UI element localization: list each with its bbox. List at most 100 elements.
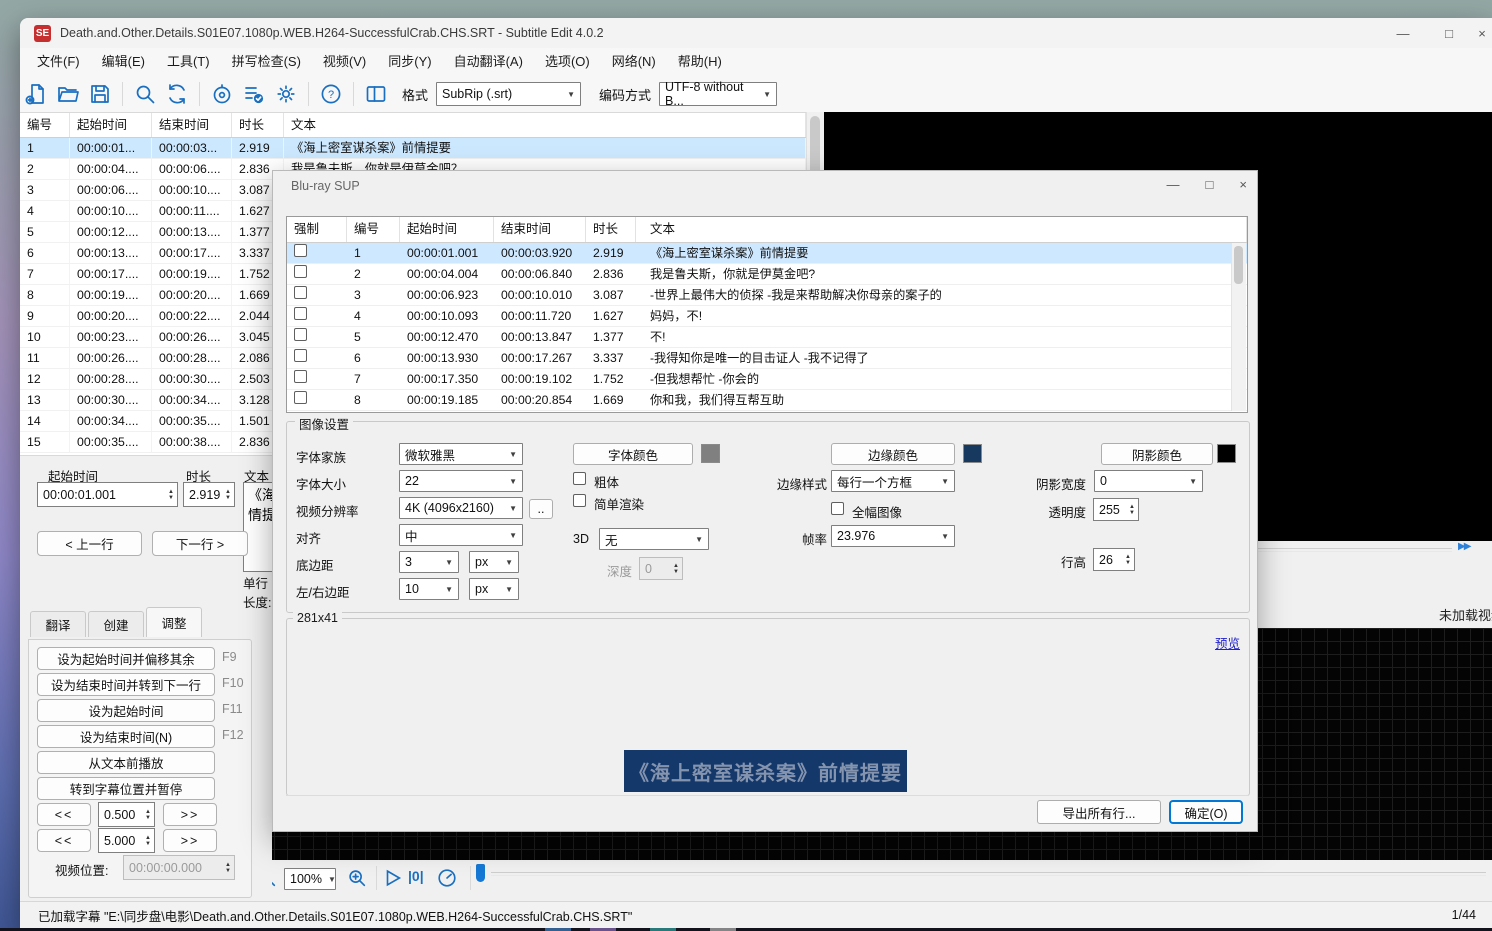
column-header-number[interactable]: 编号	[347, 217, 400, 242]
export-table-row[interactable]: 3 00:00:06.923 00:00:10.010 3.087 -世界上最伟…	[287, 285, 1247, 306]
column-header-text[interactable]: 文本	[284, 113, 806, 137]
spinner-arrows-icon[interactable]: ▲▼	[222, 489, 234, 501]
forced-checkbox[interactable]	[294, 286, 307, 299]
maximize-button[interactable]: □	[1426, 18, 1472, 48]
export-table-row[interactable]: 1 00:00:01.001 00:00:03.920 2.919 《海上密室谋…	[287, 243, 1247, 264]
waveform-position-thumb[interactable]	[476, 864, 485, 882]
play-from-zero-icon[interactable]: |0|	[408, 868, 424, 884]
spell-check-icon[interactable]	[239, 80, 269, 108]
seek-back-small-button[interactable]: <<	[37, 803, 91, 826]
seek-forward-large-button[interactable]: >>	[163, 829, 217, 852]
menu-item[interactable]: 拼写检查(S)	[221, 48, 312, 76]
bottom-margin-select[interactable]: 3▼	[399, 551, 459, 573]
font-size-select[interactable]: 22▼	[399, 470, 523, 492]
spinner-arrows-icon[interactable]: ▲▼	[165, 489, 177, 501]
adjust-action-button[interactable]: 设为起始时间并偏移其余	[37, 647, 215, 670]
export-table-row[interactable]: 4 00:00:10.093 00:00:11.720 1.627 妈妈，不!	[287, 306, 1247, 327]
playback-speed-icon[interactable]	[436, 867, 458, 894]
export-table-row[interactable]: 2 00:00:04.004 00:00:06.840 2.836 我是鲁夫斯，…	[287, 264, 1247, 285]
mode-tab[interactable]: 翻译	[30, 611, 86, 637]
menu-item[interactable]: 视频(V)	[312, 48, 377, 76]
column-header-forced[interactable]: 强制	[287, 217, 347, 242]
replace-icon[interactable]	[162, 80, 192, 108]
alignment-select[interactable]: 中▼	[399, 524, 523, 546]
seek-large-step-input[interactable]: 5.000▲▼	[98, 828, 155, 853]
bold-checkbox[interactable]	[573, 472, 586, 485]
mode-tab[interactable]: 创建	[88, 611, 144, 637]
column-header-start[interactable]: 起始时间	[70, 113, 152, 137]
side-margin-unit-select[interactable]: px▼	[469, 578, 519, 600]
forced-checkbox[interactable]	[294, 349, 307, 362]
export-table-row[interactable]: 9 00:00:20.937 00:00:22.981 2.044 你向维克特薇…	[287, 411, 1247, 413]
seek-forward-small-button[interactable]: >>	[163, 803, 217, 826]
line-height-input[interactable]: 26▲▼	[1093, 548, 1135, 571]
resolution-select[interactable]: 4K (4096x2160)▼	[399, 497, 523, 519]
side-margin-select[interactable]: 10▼	[399, 578, 459, 600]
format-select[interactable]: SubRip (.srt)▼	[436, 82, 581, 106]
export-all-button[interactable]: 导出所有行...	[1037, 800, 1161, 824]
fast-forward-icon[interactable]: ▶▶	[1458, 541, 1469, 552]
adjust-action-button[interactable]: 设为起始时间	[37, 699, 215, 722]
framerate-select[interactable]: 23.976▼	[831, 525, 955, 547]
zoom-in-icon[interactable]	[346, 867, 368, 894]
forced-checkbox[interactable]	[294, 391, 307, 404]
start-time-input[interactable]: 00:00:01.001▲▼	[37, 482, 178, 507]
encoding-select[interactable]: UTF-8 without B...▼	[659, 82, 777, 106]
table-scrollbar[interactable]	[1231, 243, 1246, 411]
previous-line-button[interactable]: < 上一行	[37, 531, 142, 556]
adjust-action-button[interactable]: 从文本前播放	[37, 751, 215, 774]
menu-item[interactable]: 工具(T)	[156, 48, 221, 76]
new-file-icon[interactable]	[21, 80, 51, 108]
shadow-color-button[interactable]: 阴影颜色	[1101, 443, 1213, 465]
column-header-duration[interactable]: 时长	[232, 113, 284, 137]
menu-item[interactable]: 网络(N)	[601, 48, 667, 76]
edge-color-swatch[interactable]	[963, 444, 982, 463]
minimize-button[interactable]: —	[1380, 18, 1426, 48]
export-table-row[interactable]: 8 00:00:19.185 00:00:20.854 1.669 你和我，我们…	[287, 390, 1247, 411]
open-file-icon[interactable]	[53, 80, 83, 108]
edge-style-select[interactable]: 每行一个方框▼	[831, 470, 955, 492]
save-icon[interactable]	[85, 80, 115, 108]
dialog-close-button[interactable]: ×	[1239, 177, 1247, 192]
forced-checkbox[interactable]	[294, 328, 307, 341]
export-table-row[interactable]: 7 00:00:17.350 00:00:19.102 1.752 -但我想帮忙…	[287, 369, 1247, 390]
forced-checkbox[interactable]	[294, 244, 307, 257]
shadow-width-select[interactable]: 0▼	[1094, 470, 1203, 492]
waveform-position-track[interactable]	[491, 872, 1486, 876]
column-header-text[interactable]: 文本	[636, 217, 1247, 242]
resolution-more-button[interactable]: ..	[529, 499, 553, 519]
column-header-number[interactable]: 编号	[20, 113, 70, 137]
adjust-action-button[interactable]: 设为结束时间并转到下一行	[37, 673, 215, 696]
spinner-arrows-icon[interactable]: ▲▼	[142, 809, 154, 821]
forced-checkbox[interactable]	[294, 307, 307, 320]
shadow-color-swatch[interactable]	[1217, 444, 1236, 463]
menu-item[interactable]: 帮助(H)	[667, 48, 733, 76]
find-icon[interactable]	[130, 80, 160, 108]
font-family-select[interactable]: 微软雅黑▼	[399, 443, 523, 465]
edge-color-button[interactable]: 边缘颜色	[831, 443, 955, 465]
column-header-end[interactable]: 结束时间	[494, 217, 586, 242]
menu-item[interactable]: 文件(F)	[26, 48, 91, 76]
ok-button[interactable]: 确定(O)	[1169, 800, 1243, 824]
video-position-input[interactable]: 00:00:00.000▲▼	[123, 855, 235, 880]
simple-render-checkbox[interactable]	[573, 494, 586, 507]
menu-item[interactable]: 同步(Y)	[377, 48, 442, 76]
menu-item[interactable]: 选项(O)	[534, 48, 601, 76]
settings-gear-icon[interactable]	[271, 80, 301, 108]
forced-checkbox[interactable]	[294, 370, 307, 383]
export-table-row[interactable]: 6 00:00:13.930 00:00:17.267 3.337 -我得知你是…	[287, 348, 1247, 369]
dialog-maximize-button[interactable]: □	[1206, 177, 1214, 192]
column-header-duration[interactable]: 时长	[586, 217, 636, 242]
spinner-arrows-icon[interactable]: ▲▼	[1126, 504, 1138, 516]
forced-checkbox[interactable]	[294, 265, 307, 278]
menu-item[interactable]: 自动翻译(A)	[443, 48, 534, 76]
layout-icon[interactable]	[361, 80, 391, 108]
spinner-arrows-icon[interactable]: ▲▼	[1122, 554, 1134, 566]
close-button[interactable]: ×	[1472, 18, 1492, 48]
waveform-zoom-select[interactable]: 100%▼	[284, 868, 336, 890]
dialog-minimize-button[interactable]: —	[1167, 177, 1180, 192]
mode-tab[interactable]: 调整	[146, 607, 202, 637]
font-color-swatch[interactable]	[701, 444, 720, 463]
export-table-row[interactable]: 5 00:00:12.470 00:00:13.847 1.377 不!	[287, 327, 1247, 348]
font-color-button[interactable]: 字体颜色	[573, 443, 693, 465]
